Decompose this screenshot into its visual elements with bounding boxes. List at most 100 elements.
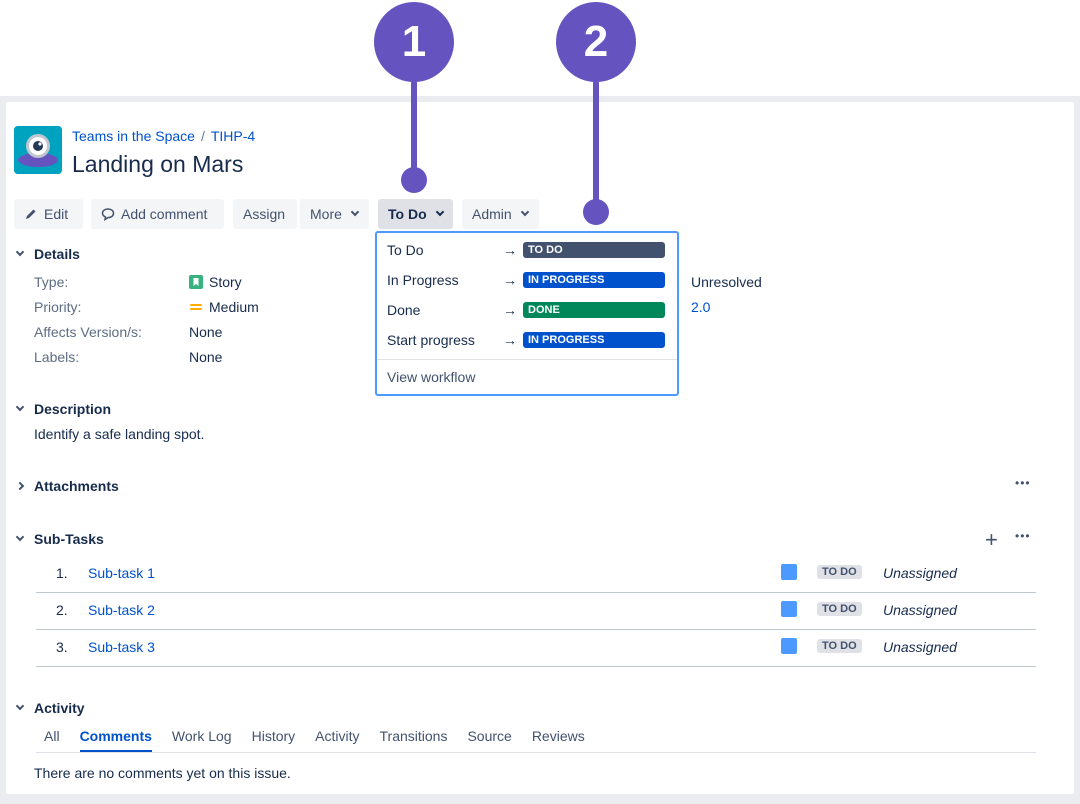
transition-label: In Progress (387, 272, 459, 288)
alien-ship-icon (14, 126, 62, 174)
priority-value[interactable]: Medium (189, 299, 259, 315)
fix-version-value[interactable]: 2.0 (691, 299, 710, 315)
breadcrumb-separator: / (200, 128, 205, 144)
subtask-row[interactable]: 3. Sub-task 3 TO DO Unassigned (36, 630, 1036, 667)
status-transition-menu: To Do → TO DO In Progress → IN PROGRESS … (375, 231, 679, 396)
tab-comments[interactable]: Comments (79, 728, 152, 752)
breadcrumb: Teams in the Space / TIHP-4 (72, 128, 255, 144)
priority-label: Priority: (34, 299, 82, 315)
resolution-value: Unresolved (691, 274, 762, 290)
transition-label: Done (387, 302, 421, 318)
subtask-number: 3. (56, 639, 68, 655)
breadcrumb-issue-link[interactable]: TIHP-4 (211, 128, 255, 144)
attachments-more-icon[interactable]: ••• (1015, 476, 1031, 490)
status-transition-label: To Do (388, 206, 427, 222)
description-text[interactable]: Identify a safe landing spot. (34, 426, 204, 442)
subtask-link[interactable]: Sub-task 1 (88, 565, 155, 581)
type-value[interactable]: Story (189, 274, 242, 290)
assign-button[interactable]: Assign (233, 199, 297, 229)
affects-version-value[interactable]: None (189, 324, 222, 340)
status-lozenge: IN PROGRESS (523, 332, 665, 348)
chevron-down-icon (14, 247, 26, 260)
tab-history[interactable]: History (252, 728, 296, 752)
chevron-right-icon (14, 480, 26, 492)
status-lozenge: TO DO (523, 242, 665, 258)
subtask-row[interactable]: 2. Sub-task 2 TO DO Unassigned (36, 593, 1036, 630)
callout-1-line (411, 80, 417, 180)
transition-item-to-do[interactable]: To Do → TO DO (387, 240, 667, 260)
subtask-link[interactable]: Sub-task 2 (88, 602, 155, 618)
description-heading: Description (34, 401, 112, 417)
priority-value-text: Medium (209, 299, 259, 315)
transition-item-in-progress[interactable]: In Progress → IN PROGRESS (387, 270, 667, 290)
chevron-down-icon (14, 402, 26, 415)
subtasks-section-header[interactable]: Sub-Tasks (14, 531, 104, 547)
transition-item-start-progress[interactable]: Start progress → IN PROGRESS (387, 330, 667, 350)
arrow-right-icon: → (503, 272, 517, 288)
subtask-row[interactable]: 1. Sub-task 1 TO DO Unassigned (36, 556, 1036, 593)
priority-medium-icon (190, 304, 202, 310)
subtasks-heading: Sub-Tasks (34, 531, 104, 547)
chevron-down-icon (14, 532, 26, 545)
subtask-status: TO DO (817, 639, 862, 653)
story-icon (189, 275, 203, 289)
tab-activity[interactable]: Activity (315, 728, 359, 752)
menu-divider (377, 359, 677, 360)
subtask-assignee: Unassigned (883, 565, 957, 581)
subtask-number: 1. (56, 565, 68, 581)
pencil-icon (26, 209, 36, 219)
callout-2-line (593, 80, 599, 212)
view-workflow-link[interactable]: View workflow (387, 369, 475, 385)
attachments-heading: Attachments (34, 478, 119, 494)
transition-label: To Do (387, 242, 424, 258)
add-comment-button-label: Add comment (121, 206, 208, 222)
arrow-right-icon: → (503, 242, 517, 258)
tab-source[interactable]: Source (467, 728, 511, 752)
chevron-down-icon (520, 207, 529, 217)
subtask-link[interactable]: Sub-task 3 (88, 639, 155, 655)
callout-2-circle: 2 (556, 2, 636, 82)
subtask-status: TO DO (817, 602, 862, 616)
issue-title[interactable]: Landing on Mars (72, 151, 243, 178)
transition-item-done[interactable]: Done → DONE (387, 300, 667, 320)
edit-button-label: Edit (44, 206, 69, 222)
status-lozenge: IN PROGRESS (523, 272, 665, 288)
no-comments-text: There are no comments yet on this issue. (34, 765, 291, 781)
tab-transitions[interactable]: Transitions (380, 728, 448, 752)
add-subtask-icon[interactable]: + (985, 527, 998, 553)
subtask-type-icon (781, 638, 797, 654)
activity-heading: Activity (34, 700, 85, 716)
callout-1-dot (401, 167, 427, 193)
status-lozenge: DONE (523, 302, 665, 318)
description-section-header[interactable]: Description (14, 401, 111, 417)
edit-button[interactable]: Edit (14, 199, 83, 229)
chevron-down-icon (14, 701, 26, 714)
tab-all[interactable]: All (44, 728, 60, 752)
project-avatar[interactable] (14, 126, 62, 174)
subtask-assignee: Unassigned (883, 639, 957, 655)
arrow-right-icon: → (503, 302, 517, 318)
status-transition-button[interactable]: To Do (378, 199, 453, 229)
type-value-text: Story (209, 274, 242, 290)
tab-reviews[interactable]: Reviews (532, 728, 585, 752)
tab-work-log[interactable]: Work Log (172, 728, 232, 752)
chevron-down-icon (435, 207, 444, 217)
labels-value[interactable]: None (189, 349, 222, 365)
admin-button-label: Admin (472, 206, 512, 222)
more-button[interactable]: More (300, 199, 369, 229)
subtask-assignee: Unassigned (883, 602, 957, 618)
transition-label: Start progress (387, 332, 475, 348)
attachments-section-header[interactable]: Attachments (14, 478, 119, 494)
details-heading: Details (34, 246, 80, 262)
breadcrumb-project-link[interactable]: Teams in the Space (72, 128, 195, 144)
callout-2-dot (583, 199, 609, 225)
type-label: Type: (34, 274, 69, 290)
activity-section-header[interactable]: Activity (14, 700, 85, 716)
details-section-header[interactable]: Details (14, 246, 80, 262)
tabs-divider (36, 752, 1036, 753)
subtasks-more-icon[interactable]: ••• (1015, 529, 1031, 543)
add-comment-button[interactable]: Add comment (91, 199, 224, 229)
admin-button[interactable]: Admin (462, 199, 539, 229)
assign-button-label: Assign (243, 206, 286, 222)
more-button-label: More (310, 206, 342, 222)
